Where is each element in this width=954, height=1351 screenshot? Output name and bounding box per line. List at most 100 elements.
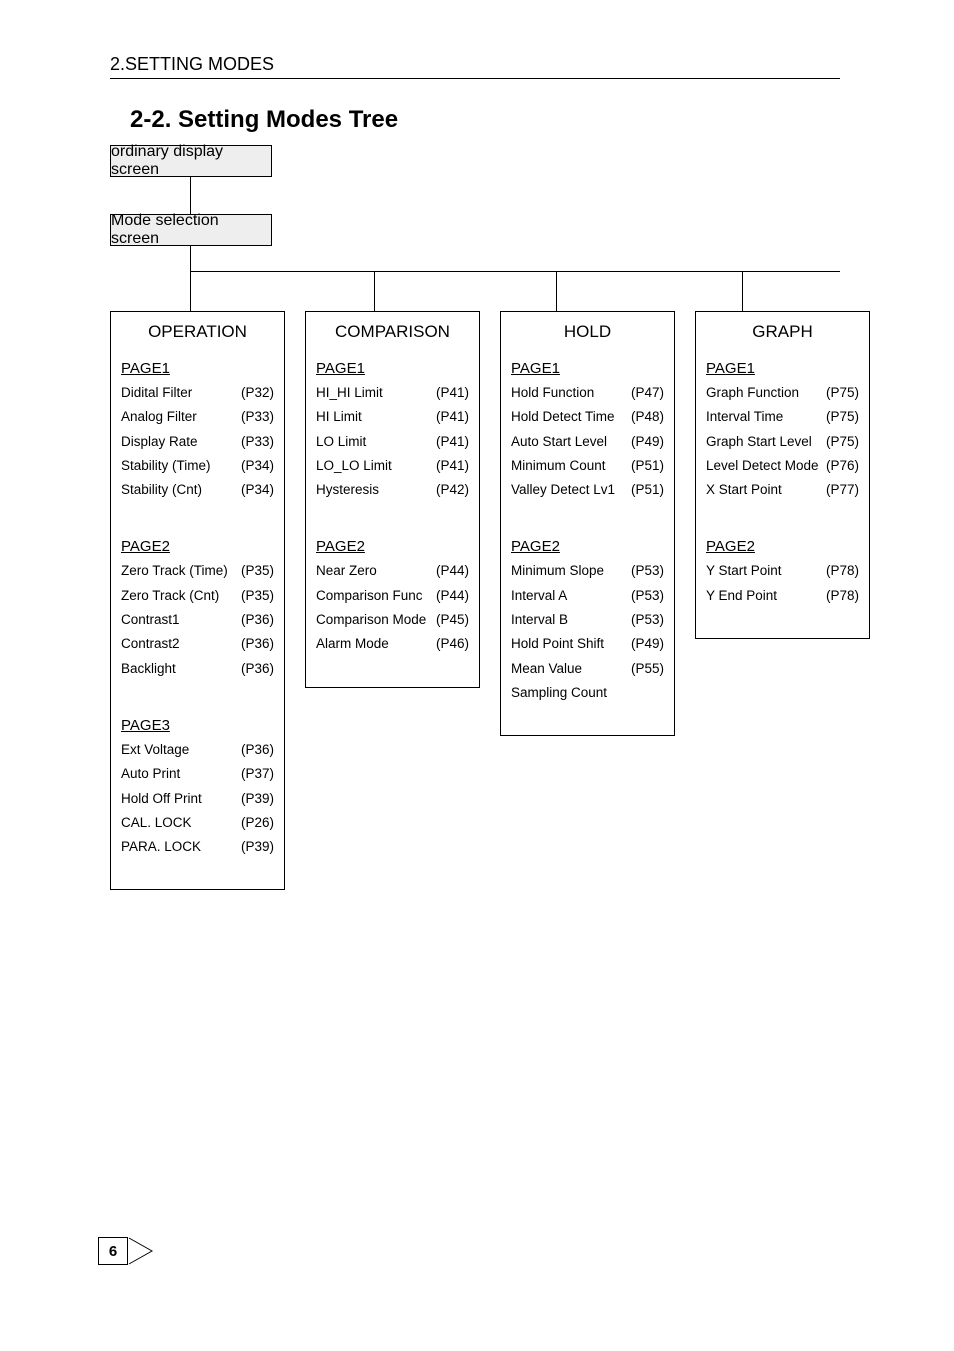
- setting-name: Valley Detect Lv1: [511, 478, 631, 502]
- page-block: PAGE2Minimum Slope(P53)Interval A(P53)In…: [501, 530, 674, 711]
- setting-name: Analog Filter: [121, 405, 241, 429]
- page-ref: (P26): [241, 811, 274, 835]
- setting-row: Minimum Count(P51): [511, 454, 664, 478]
- page-label: PAGE1: [706, 360, 859, 377]
- setting-row: Contrast1(P36): [121, 608, 274, 632]
- columns-container: OPERATIONPAGE1Didital Filter(P32)Analog …: [110, 311, 870, 890]
- setting-row: Near Zero(P44): [316, 559, 469, 583]
- setting-name: Y End Point: [706, 584, 826, 608]
- section-title: 2-2. Setting Modes Tree: [130, 106, 398, 134]
- setting-name: Hold Detect Time: [511, 405, 631, 429]
- setting-row: Level Detect Mode(P76): [706, 454, 859, 478]
- connector-drop: [556, 271, 557, 311]
- setting-row: Zero Track (Time)(P35): [121, 559, 274, 583]
- ordinary-display-screen-box: ordinary display screen: [110, 145, 272, 177]
- page-ref: (P35): [241, 584, 274, 608]
- connector-drop: [742, 271, 743, 311]
- page-ref: (P35): [241, 559, 274, 583]
- page-number-arrow-icon: [128, 1237, 162, 1265]
- page-ref: (P41): [436, 405, 469, 429]
- setting-row: Zero Track (Cnt)(P35): [121, 584, 274, 608]
- page-ref: (P39): [241, 835, 274, 859]
- connector-line: [190, 245, 191, 271]
- setting-row: Graph Start Level(P75): [706, 430, 859, 454]
- setting-name: Display Rate: [121, 430, 241, 454]
- page-ref: (P44): [436, 559, 469, 583]
- setting-name: Level Detect Mode: [706, 454, 826, 478]
- page-ref: (P76): [826, 454, 859, 478]
- setting-name: Hysteresis: [316, 478, 436, 502]
- mode-column: OPERATIONPAGE1Didital Filter(P32)Analog …: [110, 311, 285, 890]
- setting-row: Ext Voltage(P36): [121, 738, 274, 762]
- connector-drop: [190, 271, 191, 311]
- page-ref: (P49): [631, 632, 664, 656]
- page-block: PAGE1HI_HI Limit(P41)HI Limit(P41)LO Lim…: [306, 352, 479, 508]
- setting-row: Backlight(P36): [121, 657, 274, 681]
- page-ref: (P34): [241, 478, 274, 502]
- setting-row: PARA. LOCK(P39): [121, 835, 274, 859]
- setting-row: Hold Point Shift(P49): [511, 632, 664, 656]
- page-label: PAGE2: [511, 538, 664, 555]
- page-label: PAGE2: [706, 538, 859, 555]
- page-ref: (P78): [826, 559, 859, 583]
- setting-name: CAL. LOCK: [121, 811, 241, 835]
- setting-row: Minimum Slope(P53): [511, 559, 664, 583]
- setting-row: HI Limit(P41): [316, 405, 469, 429]
- setting-row: CAL. LOCK(P26): [121, 811, 274, 835]
- page-ref: (P42): [436, 478, 469, 502]
- page-ref: (P45): [436, 608, 469, 632]
- page-label: PAGE1: [511, 360, 664, 377]
- setting-name: Stability (Time): [121, 454, 241, 478]
- setting-row: Hold Off Print(P39): [121, 787, 274, 811]
- page-ref: (P75): [826, 430, 859, 454]
- page-ref: (P41): [436, 430, 469, 454]
- page-block: PAGE1Hold Function(P47)Hold Detect Time(…: [501, 352, 674, 508]
- setting-row: Hysteresis(P42): [316, 478, 469, 502]
- column-title: COMPARISON: [306, 312, 479, 352]
- page-block: PAGE1Didital Filter(P32)Analog Filter(P3…: [111, 352, 284, 508]
- setting-row: LO_LO Limit(P41): [316, 454, 469, 478]
- page-block: PAGE1Graph Function(P75)Interval Time(P7…: [696, 352, 869, 508]
- setting-row: Stability (Time)(P34): [121, 454, 274, 478]
- setting-name: Auto Start Level: [511, 430, 631, 454]
- page-ref: (P44): [436, 584, 469, 608]
- page-ref: (P34): [241, 454, 274, 478]
- page-number-box: 6: [98, 1237, 128, 1265]
- page-ref: (P75): [826, 381, 859, 405]
- setting-row: Display Rate(P33): [121, 430, 274, 454]
- page-ref: (P36): [241, 657, 274, 681]
- setting-name: Didital Filter: [121, 381, 241, 405]
- page-ref: (P39): [241, 787, 274, 811]
- page-label: PAGE1: [316, 360, 469, 377]
- mode-column: GRAPHPAGE1Graph Function(P75)Interval Ti…: [695, 311, 870, 639]
- setting-name: LO Limit: [316, 430, 436, 454]
- page-label: PAGE2: [121, 538, 274, 555]
- page-ref: (P51): [631, 478, 664, 502]
- setting-row: Valley Detect Lv1(P51): [511, 478, 664, 502]
- page-ref: (P48): [631, 405, 664, 429]
- setting-name: HI Limit: [316, 405, 436, 429]
- setting-name: Minimum Count: [511, 454, 631, 478]
- setting-name: Interval Time: [706, 405, 826, 429]
- page-ref: (P32): [241, 381, 274, 405]
- page-ref: (P78): [826, 584, 859, 608]
- setting-row: Graph Function(P75): [706, 381, 859, 405]
- page-ref: (P33): [241, 430, 274, 454]
- page-ref: (P53): [631, 584, 664, 608]
- setting-row: Contrast2(P36): [121, 632, 274, 656]
- column-title: OPERATION: [111, 312, 284, 352]
- setting-name: Hold Off Print: [121, 787, 241, 811]
- connector-line: [190, 176, 191, 214]
- page-label: PAGE2: [316, 538, 469, 555]
- page-block: PAGE2Y Start Point(P78)Y End Point(P78): [696, 530, 869, 614]
- setting-name: Stability (Cnt): [121, 478, 241, 502]
- setting-name: Backlight: [121, 657, 241, 681]
- setting-row: Auto Print(P37): [121, 762, 274, 786]
- mode-column: HOLDPAGE1Hold Function(P47)Hold Detect T…: [500, 311, 675, 736]
- setting-row: Mean Value Sampling Count(P55): [511, 657, 664, 706]
- setting-name: Interval A: [511, 584, 631, 608]
- setting-row: Didital Filter(P32): [121, 381, 274, 405]
- setting-name: Ext Voltage: [121, 738, 241, 762]
- setting-name: Auto Print: [121, 762, 241, 786]
- setting-name: Contrast1: [121, 608, 241, 632]
